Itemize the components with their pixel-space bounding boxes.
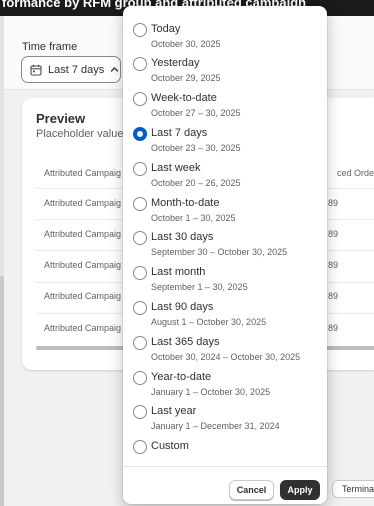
date-option-range: October 30, 2025 (151, 39, 221, 49)
radio-button[interactable] (133, 301, 147, 315)
terminal-button[interactable]: Terminal (332, 480, 374, 498)
table-row-cell: 89 (328, 291, 339, 301)
table-row-cell: Attributed Campaig (44, 260, 122, 270)
radio-button[interactable] (133, 371, 147, 385)
date-option-range: January 1 – October 30, 2025 (151, 387, 271, 397)
date-option-range: October 29, 2025 (151, 73, 221, 83)
date-option-label: Today (151, 23, 181, 35)
date-option-range: September 1 – 30, 2025 (151, 282, 248, 292)
preview-subtitle: Placeholder values (36, 128, 129, 140)
time-frame-value: Last 7 days (48, 63, 105, 76)
radio-button[interactable] (133, 197, 147, 211)
preview-title: Preview (36, 111, 86, 126)
date-option-range: October 20 – 26, 2025 (151, 178, 241, 188)
date-range-popover: Today October 30, 2025 Yesterday October… (123, 6, 327, 504)
date-option-label: Last year (151, 405, 197, 417)
date-option-label: Yesterday (151, 57, 200, 69)
date-option-label: Week-to-date (151, 92, 217, 104)
date-option-range: January 1 – December 31, 2024 (151, 421, 280, 431)
date-option-label: Year-to-date (151, 371, 212, 383)
date-option-range: August 1 – October 30, 2025 (151, 317, 267, 327)
radio-button[interactable] (133, 23, 147, 37)
table-header-order: ced Order t (337, 168, 374, 178)
radio-button[interactable] (133, 92, 147, 106)
radio-button[interactable] (133, 440, 147, 454)
table-row-cell: Attributed Campaig (44, 323, 122, 333)
radio-button[interactable] (133, 162, 147, 176)
time-frame-label: Time frame (22, 41, 78, 53)
date-option-range: October 27 – 30, 2025 (151, 108, 241, 118)
radio-button[interactable] (133, 405, 147, 419)
table-header-attributed-campaign: Attributed Campaig (44, 168, 122, 178)
time-frame-button[interactable]: Last 7 days (21, 56, 121, 83)
cancel-button[interactable]: Cancel (229, 480, 274, 500)
date-option-range: October 23 – 30, 2025 (151, 143, 241, 153)
table-row-cell: 89 (328, 260, 339, 270)
table-row-cell: 89 (328, 323, 339, 333)
date-option-label: Last month (151, 266, 206, 278)
date-option-range: October 30, 2024 – October 30, 2025 (151, 352, 301, 362)
chevron-up-icon (111, 67, 119, 72)
popover-footer: Cancel Apply (123, 466, 327, 504)
left-scrollbar-thumb[interactable] (0, 276, 4, 506)
date-option-label: Month-to-date (151, 197, 220, 209)
radio-button[interactable] (133, 57, 147, 71)
date-option-label: Last 90 days (151, 301, 214, 313)
date-option-label: Custom (151, 440, 189, 452)
radio-button[interactable] (133, 231, 147, 245)
table-row-cell: Attributed Campaig (44, 198, 122, 208)
table-row-cell: 89 (328, 229, 339, 239)
table-row-cell: Attributed Campaig (44, 229, 122, 239)
apply-button[interactable]: Apply (280, 480, 320, 500)
table-row-cell: Attributed Campaig (44, 291, 122, 301)
date-option-label: Last 7 days (151, 127, 208, 139)
date-option-range: September 30 – October 30, 2025 (151, 247, 288, 257)
table-row-cell: 89 (328, 198, 339, 208)
date-option-range: October 1 – 30, 2025 (151, 213, 236, 223)
radio-button-selected[interactable] (133, 127, 147, 141)
date-option-label: Last 30 days (151, 231, 214, 243)
radio-button[interactable] (133, 266, 147, 280)
calendar-icon (30, 64, 42, 76)
radio-button[interactable] (133, 336, 147, 350)
date-option-label: Last week (151, 162, 201, 174)
date-option-label: Last 365 days (151, 336, 220, 348)
